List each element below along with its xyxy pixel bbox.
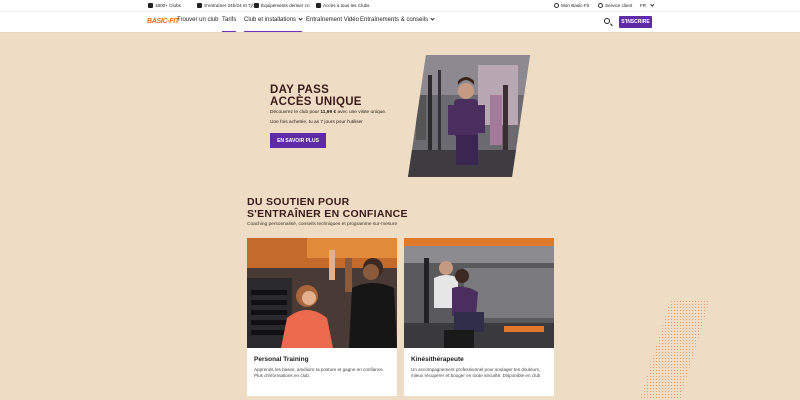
- hero-image: [408, 55, 530, 177]
- card-title: Kinésithérapeute: [411, 356, 464, 363]
- hero-description-2: Une fois achetée, tu as 7 jours pour l'u…: [270, 120, 363, 125]
- signup-button[interactable]: S'INSCRIRE: [619, 16, 652, 28]
- top-utility-bar: 1800+ Clubs S'entraîner 24h/24 et 7j/7 É…: [0, 0, 800, 12]
- search-icon[interactable]: [604, 18, 610, 24]
- logo[interactable]: BASIC-FIT: [147, 18, 179, 25]
- help-icon: [598, 3, 603, 8]
- hero-description: Découvrez le club pour 11,99 € avec une …: [270, 110, 387, 115]
- main-nav: BASIC-FIT Trouver un club Tarifs Club et…: [0, 12, 800, 33]
- section-subtitle: Coaching personnalisé, conseils techniqu…: [247, 222, 398, 227]
- chevron-down-icon: [430, 16, 435, 21]
- decorative-dot-pattern: [640, 300, 710, 400]
- chevron-down-icon: [650, 2, 655, 7]
- service-client-link[interactable]: Service client: [598, 3, 632, 8]
- access-icon: [316, 3, 321, 8]
- topbar-item-clubs: 1800+ Clubs: [148, 3, 181, 8]
- topbar-item-access: Accès à tous les Clubs: [316, 3, 369, 8]
- card-kinesitherapeute[interactable]: Kinésithérapeute Un accompagnement profe…: [404, 238, 554, 396]
- user-icon: [554, 3, 559, 8]
- equipment-icon: [254, 3, 259, 8]
- card-personal-training[interactable]: Personal Training Apprends les bases, am…: [247, 238, 397, 396]
- nav-link-tarifs[interactable]: Tarifs: [222, 17, 237, 32]
- nav-link-entrainement-video[interactable]: Entraînement Vidéo: [306, 17, 359, 32]
- language-selector[interactable]: FR: [640, 2, 655, 8]
- clock-icon: [197, 3, 202, 8]
- hero-title: DAY PASS ACCÈS UNIQUE: [270, 84, 362, 108]
- chevron-down-icon: [298, 16, 303, 21]
- nav-link-club-installations[interactable]: Club et installations: [244, 16, 303, 32]
- section-title: DU SOUTIEN POUR S'ENTRAÎNER EN CONFIANCE: [247, 196, 408, 220]
- nav-link-entrainements-conseils[interactable]: Entraînements & conseils: [360, 16, 435, 32]
- card-description: Un accompagnement professionnel pour sou…: [411, 367, 541, 378]
- topbar-item-hours: S'entraîner 24h/24 et 7j/7: [197, 3, 255, 8]
- topbar-item-equipment: Équipements dernier cri: [254, 3, 310, 8]
- account-link[interactable]: Mon Basic-Fit: [554, 3, 589, 8]
- card-description: Apprends les bases, améliore ta posture …: [254, 367, 384, 378]
- learn-more-button[interactable]: EN SAVOIR PLUS: [270, 133, 326, 148]
- nav-link-trouver-club[interactable]: Trouver un club: [177, 17, 218, 32]
- personal-training-image: [247, 238, 397, 348]
- club-icon: [148, 3, 153, 8]
- card-title: Personal Training: [254, 356, 309, 363]
- kinesitherapeute-image: [404, 238, 554, 348]
